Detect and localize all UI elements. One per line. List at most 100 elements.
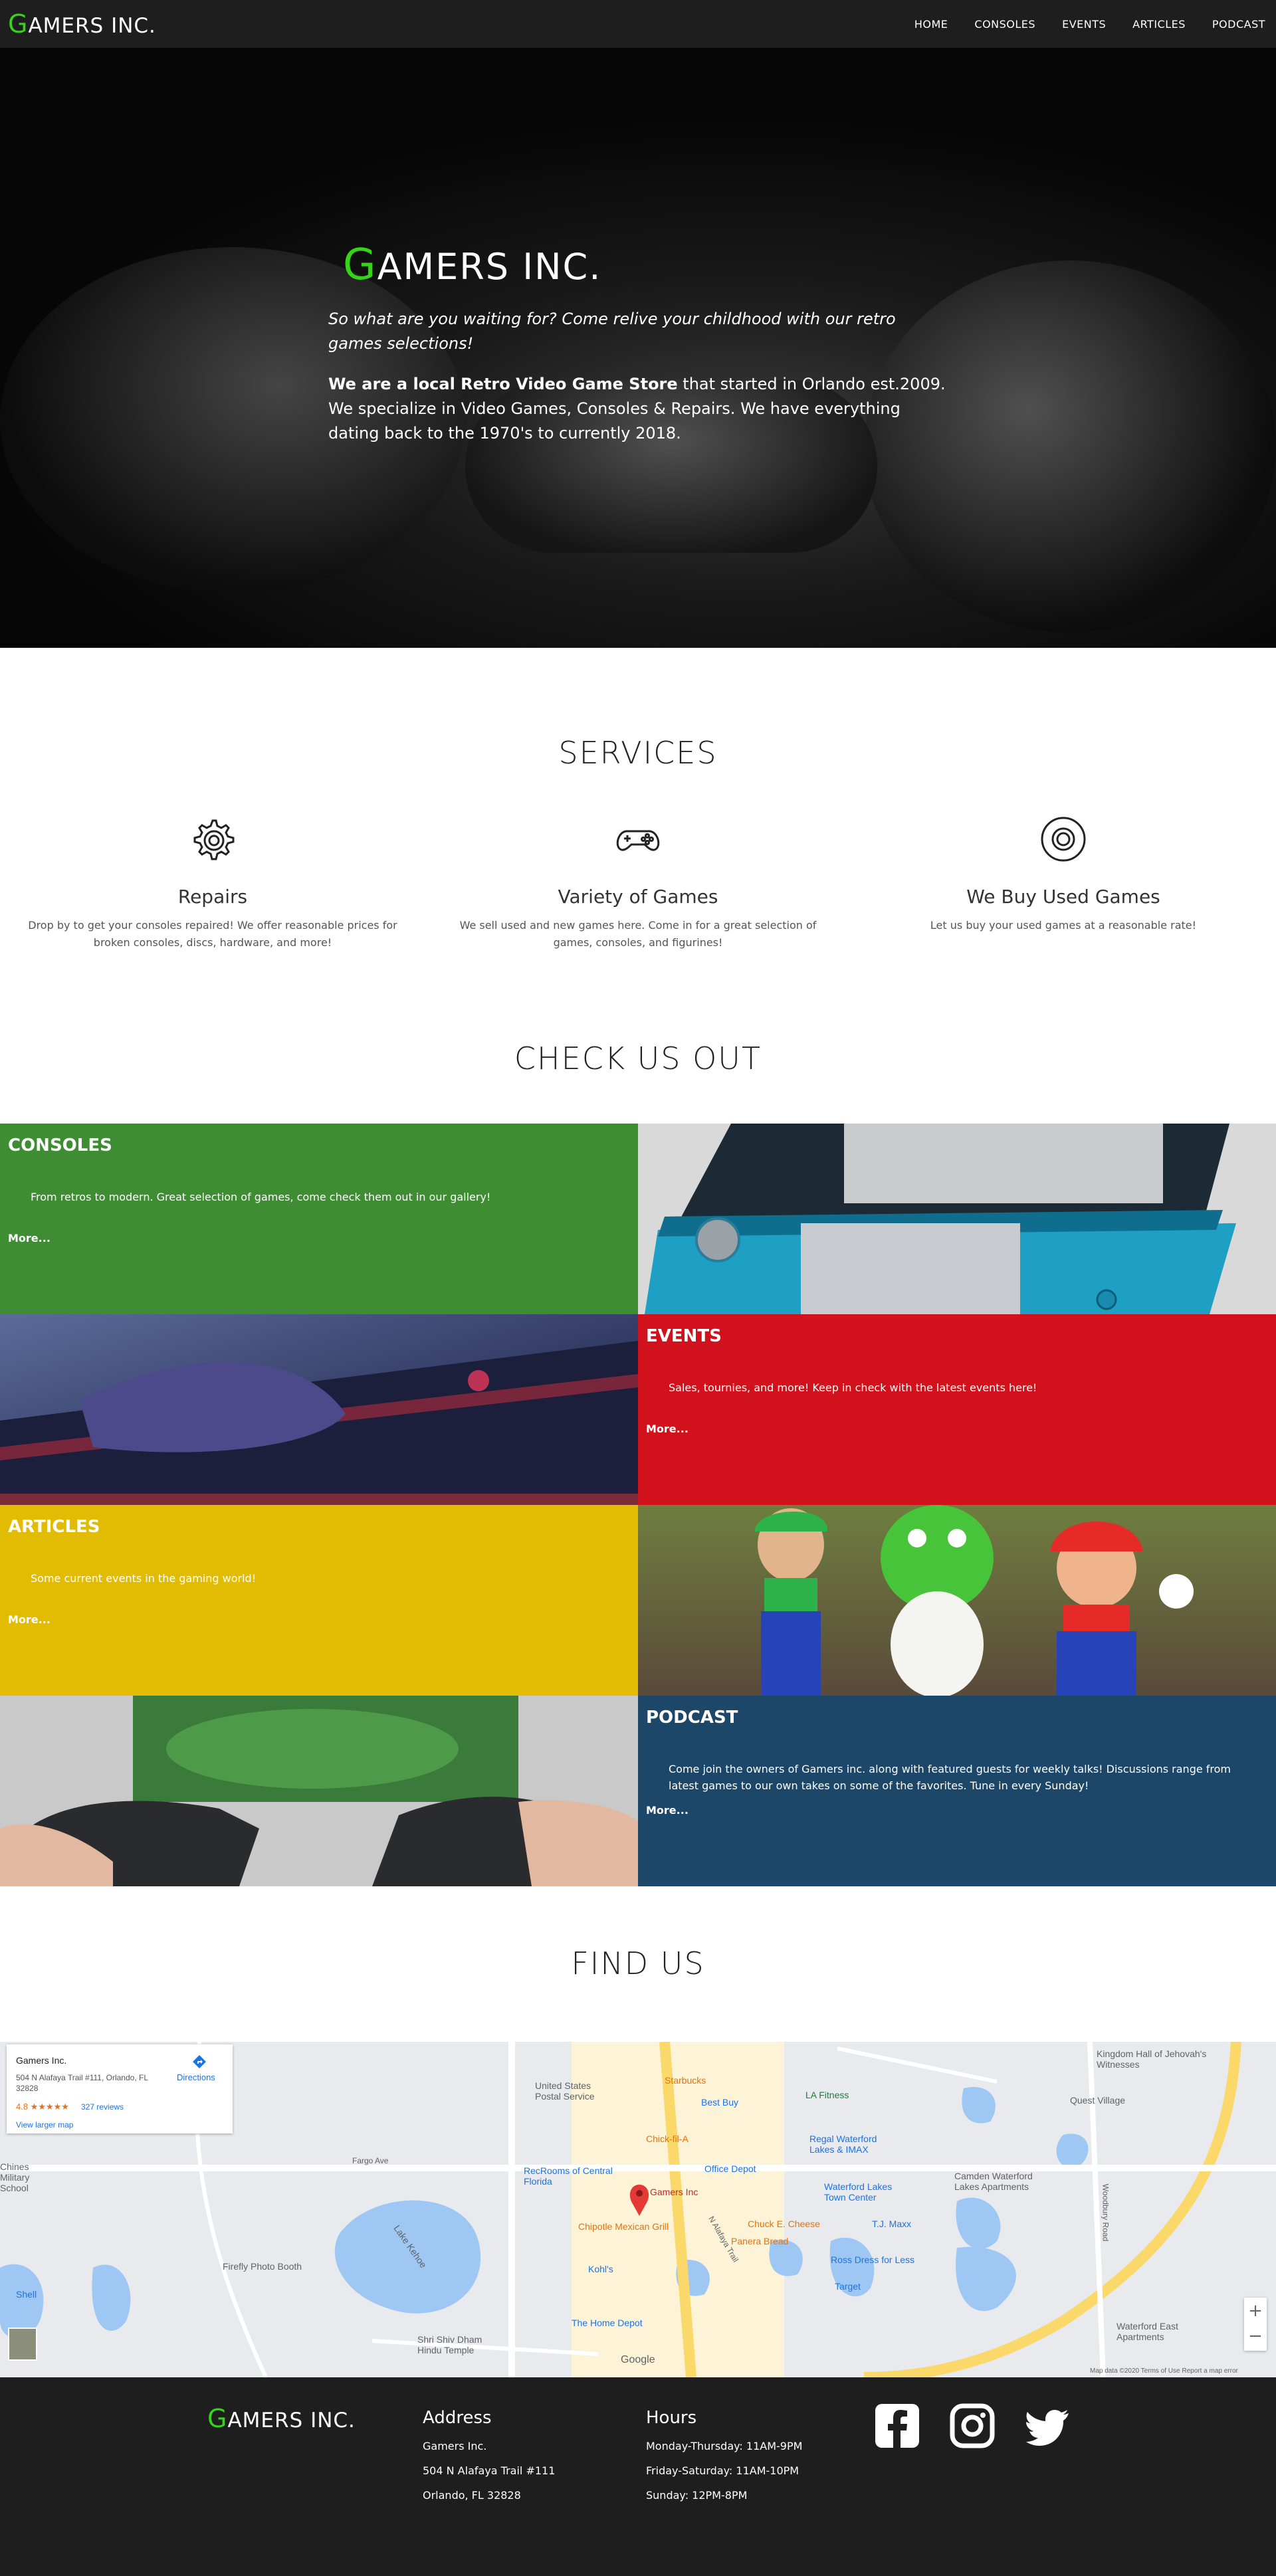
service-text: We sell used and new games here. Come in… — [459, 919, 817, 949]
zoom-in-button[interactable]: + — [1244, 2298, 1267, 2324]
nav-links: HOME CONSOLES EVENTS ARTICLES PODCAST — [914, 18, 1265, 31]
tile-title: ARTICLES — [8, 1517, 100, 1537]
top-nav: GAMERS INC. HOME CONSOLES EVENTS ARTICLE… — [0, 0, 1276, 48]
map-label: Chick-fil-A — [646, 2133, 689, 2144]
facebook-icon[interactable] — [874, 2403, 920, 2449]
street-view-thumbnail[interactable] — [8, 2328, 37, 2361]
map-label: The Home Depot — [572, 2318, 643, 2328]
hero-content: GAMERS INC. So what are you waiting for?… — [328, 241, 946, 446]
map-label: Chines Military School — [0, 2161, 30, 2193]
tile-image-3ds — [638, 1124, 1276, 1314]
hero-banner: GAMERS INC. So what are you waiting for?… — [0, 48, 1276, 648]
footer-address-line: 504 N Alafaya Trail #111 — [423, 2464, 556, 2477]
disc-icon — [1041, 817, 1086, 862]
service-title: Repairs — [177, 886, 248, 908]
more-link-events[interactable]: More... — [646, 1423, 689, 1435]
findus-title: FIND US — [571, 1945, 705, 1981]
map-place-address: 504 N Alafaya Trail #111, Orlando, FL 32… — [16, 2073, 148, 2093]
tile-events: EVENTS Sales, tournies, and more! Keep i… — [638, 1314, 1276, 1505]
hero-title: GAMERS INC. — [343, 241, 602, 290]
map-label: Starbucks — [665, 2075, 706, 2086]
map-label: Ross Dress for Less — [831, 2254, 915, 2265]
map-rating: 4.8 ★★★★★ — [16, 2102, 69, 2112]
embedded-map[interactable]: Gamers Inc Starbucks LA Fitness Best Buy… — [0, 2042, 1276, 2377]
directions-link[interactable]: Directions — [177, 2072, 215, 2082]
gear-icon — [193, 819, 235, 860]
map-label: Waterford East Apartments — [1116, 2321, 1178, 2342]
brand-logo[interactable]: GAMERS INC. — [8, 9, 156, 39]
map-reviews-link[interactable]: 327 reviews — [81, 2102, 124, 2112]
map-label: Chuck E. Cheese — [748, 2219, 820, 2229]
footer-logo[interactable]: GAMERS INC. — [207, 2404, 356, 2433]
handheld-console-image — [638, 1124, 1276, 1314]
tile-text: Some current events in the gaming world! — [31, 1572, 257, 1585]
footer-address-line: Gamers Inc. — [423, 2440, 487, 2452]
keyboard-image — [0, 1314, 638, 1505]
map-label: Regal Waterford Lakes & IMAX — [809, 2133, 877, 2155]
map-place-name: Gamers Inc. — [16, 2055, 67, 2066]
tile-title: EVENTS — [646, 1326, 722, 1346]
view-larger-map-link[interactable]: View larger map — [16, 2120, 73, 2130]
service-variety: Variety of Games We sell used and new ga… — [439, 814, 837, 951]
map-label: Quest Village — [1070, 2095, 1126, 2106]
map-label: LA Fitness — [805, 2090, 849, 2100]
nav-consoles[interactable]: CONSOLES — [974, 18, 1035, 31]
map-label: Shell — [16, 2289, 37, 2300]
footer-hours: Hours Monday-Thursday: 11AM-9PM Friday-S… — [646, 2408, 802, 2502]
footer: GAMERS INC. Address Gamers Inc. 504 N Al… — [0, 2377, 1276, 2576]
service-title: We Buy Used Games — [966, 886, 1160, 908]
tile-image-controllers — [0, 1696, 638, 1886]
more-link-podcast[interactable]: More... — [646, 1804, 689, 1817]
tile-podcast: PODCAST Come join the owners of Gamers i… — [638, 1696, 1276, 1886]
zoom-out-button[interactable]: − — [1244, 2324, 1267, 2351]
logo-initial: G — [8, 9, 29, 39]
map-info-card: Gamers Inc. 504 N Alafaya Trail #111, Or… — [7, 2044, 233, 2133]
tile-image-figures — [638, 1505, 1276, 1696]
map-label: Camden Waterford Lakes Apartments — [954, 2171, 1033, 2192]
tile-image-keyboard — [0, 1314, 638, 1505]
footer-hours-line: Monday-Thursday: 11AM-9PM — [646, 2440, 803, 2452]
footer-address-line: Orlando, FL 32828 — [423, 2489, 521, 2502]
nav-home[interactable]: HOME — [914, 18, 948, 31]
footer-hours-line: Friday-Saturday: 11AM-10PM — [646, 2464, 799, 2477]
map-label: United States Postal Service — [535, 2080, 595, 2102]
footer-address: Address Gamers Inc. 504 N Alafaya Trail … — [423, 2408, 555, 2502]
instagram-icon[interactable] — [949, 2403, 996, 2449]
map-label: Office Depot — [704, 2163, 756, 2174]
tile-text: Sales, tournies, and more! Keep in check… — [669, 1381, 1037, 1394]
map-label: Best Buy — [701, 2097, 739, 2108]
google-logo: Google — [621, 2354, 655, 2365]
tile-title: PODCAST — [646, 1708, 738, 1728]
map-label: T.J. Maxx — [872, 2219, 912, 2229]
tile-consoles: CONSOLES From retros to modern. Great se… — [0, 1124, 638, 1314]
map-label: Kingdom Hall of Jehovah's Witnesses — [1097, 2048, 1207, 2070]
service-text: Drop by to get your consoles repaired! W… — [28, 919, 397, 949]
directions-icon[interactable] — [191, 2054, 207, 2070]
footer-hours-line: Sunday: 12PM-8PM — [646, 2489, 748, 2502]
hero-description: We are a local Retro Video Game Store th… — [328, 375, 946, 443]
map-label: Firefly Photo Booth — [223, 2261, 302, 2272]
nav-events[interactable]: EVENTS — [1062, 18, 1106, 31]
tile-articles: ARTICLES Some current events in the gami… — [0, 1505, 638, 1696]
map-pin-label[interactable]: Gamers Inc — [650, 2187, 698, 2197]
map-label: Shri Shiv Dham Hindu Temple — [417, 2334, 482, 2355]
tile-text: From retros to modern. Great selection o… — [31, 1191, 491, 1203]
map-label: Woodbury Road — [1101, 2183, 1111, 2242]
map-label: Target — [835, 2281, 861, 2292]
map-attribution: Map data ©2020 Terms of Use Report a map… — [1090, 2367, 1238, 2375]
footer-address-title: Address — [423, 2408, 492, 2428]
more-link-consoles[interactable]: More... — [8, 1232, 51, 1244]
controllers-image — [0, 1696, 638, 1886]
nav-podcast[interactable]: PODCAST — [1212, 18, 1265, 31]
service-title: Variety of Games — [558, 886, 718, 908]
map-label: Waterford Lakes Town Center — [824, 2181, 893, 2203]
checkout-title: CHECK US OUT — [514, 1040, 762, 1076]
services-title: SERVICES — [558, 735, 718, 771]
map-label: Fargo Ave — [352, 2156, 389, 2165]
footer-hours-title: Hours — [646, 2408, 697, 2428]
map-label: Kohl's — [588, 2264, 613, 2274]
nav-articles[interactable]: ARTICLES — [1132, 18, 1186, 31]
twitter-icon[interactable] — [1025, 2403, 1071, 2449]
service-text: Let us buy your used games at a reasonab… — [930, 919, 1197, 932]
more-link-articles[interactable]: More... — [8, 1613, 51, 1626]
